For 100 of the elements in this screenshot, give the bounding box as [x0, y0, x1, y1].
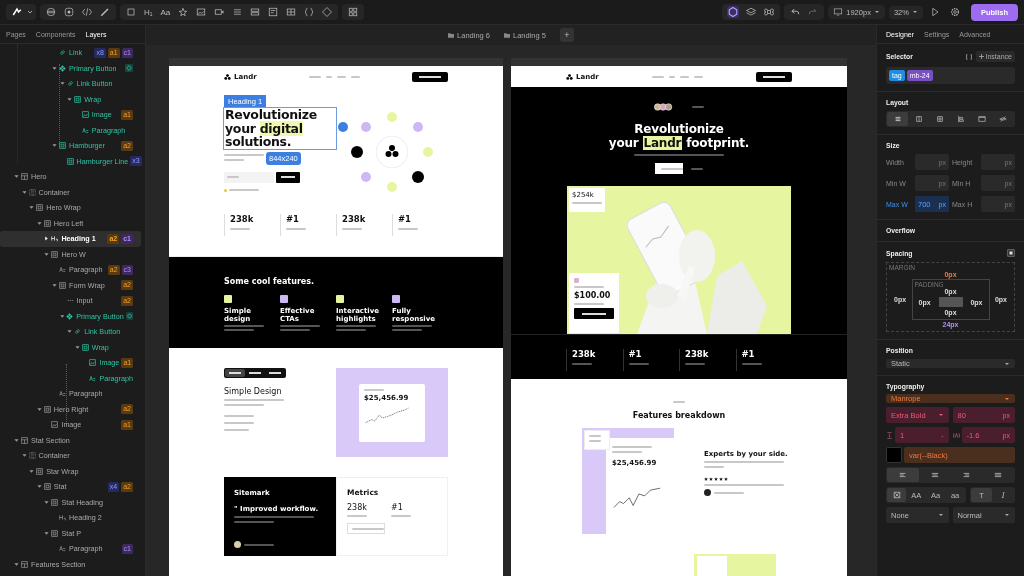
folder-icon [448, 32, 455, 38]
caret-icon[interactable] [29, 468, 35, 474]
stat-value: 238k [347, 503, 367, 512]
toggle-icon[interactable] [1007, 249, 1015, 257]
logo-icon[interactable] [11, 6, 23, 18]
add-tab-button[interactable]: + [559, 28, 574, 42]
text-line [224, 325, 264, 327]
text-line [572, 202, 602, 204]
database-icon[interactable] [45, 6, 57, 18]
heading-tool[interactable]: H₁ [141, 7, 156, 17]
text-line [224, 399, 284, 401]
grid-icon[interactable] [347, 6, 360, 18]
command-icon[interactable] [763, 6, 776, 18]
text-line [336, 325, 376, 327]
rows-icon[interactable] [249, 6, 262, 18]
caret-icon[interactable] [44, 530, 50, 536]
caret-icon[interactable] [44, 499, 50, 505]
hexagon-icon[interactable] [727, 6, 740, 18]
layers-icon[interactable] [745, 6, 758, 18]
stat-value: 238k [684, 349, 710, 359]
layout-button[interactable] [887, 112, 909, 126]
stat-value: 238k [571, 349, 597, 359]
avatar-icon [574, 278, 579, 283]
text-line [668, 75, 675, 78]
caret-icon[interactable] [36, 220, 42, 226]
amount-text: $100.00 [574, 291, 612, 300]
square-icon[interactable] [125, 6, 137, 18]
text-line [224, 429, 249, 431]
logo-icon [224, 73, 231, 80]
text-line [574, 286, 604, 288]
text-line [714, 491, 744, 494]
line-height-icon [886, 431, 893, 439]
caret-icon[interactable] [21, 189, 27, 195]
caret-icon[interactable] [27, 9, 33, 15]
text-tool[interactable]: Aa [157, 7, 174, 17]
image-icon[interactable] [195, 6, 208, 18]
text-line [224, 415, 254, 417]
caret-icon[interactable] [36, 406, 42, 412]
braces-icon[interactable] [303, 6, 316, 18]
text-line [308, 75, 321, 78]
brackets-icon[interactable] [964, 52, 973, 61]
section-heading: Some cool features. [224, 277, 316, 286]
letter-spacing-icon [952, 431, 960, 439]
section-heading: Simple Design [224, 387, 283, 396]
table-icon[interactable] [285, 6, 298, 18]
star-icon[interactable] [177, 6, 190, 18]
caret-icon[interactable] [44, 251, 50, 257]
caret-icon[interactable] [52, 65, 57, 71]
text-line [691, 167, 703, 170]
folder-icon [504, 32, 510, 38]
align-button[interactable] [887, 468, 919, 482]
caret-icon [1004, 512, 1010, 518]
form-icon[interactable] [267, 6, 280, 18]
pay-button[interactable] [574, 308, 614, 319]
settings-icon[interactable] [948, 6, 961, 18]
code-icon[interactable] [81, 6, 93, 18]
text-line [741, 363, 762, 365]
nav-button[interactable] [756, 71, 792, 82]
caret-icon[interactable] [52, 143, 57, 149]
caret-icon[interactable] [59, 81, 65, 87]
stat-value: #1 [397, 214, 413, 224]
caret-icon[interactable] [74, 344, 80, 350]
caret-icon[interactable] [14, 561, 19, 567]
caret-icon[interactable] [14, 174, 19, 180]
video-icon[interactable] [213, 6, 226, 18]
caret-icon[interactable] [14, 437, 19, 443]
email-field[interactable] [224, 171, 274, 183]
text-line [224, 153, 264, 156]
caret-icon[interactable] [67, 329, 73, 335]
caret-icon[interactable] [52, 282, 57, 288]
nav-button[interactable] [412, 71, 448, 82]
stat-value: #1 [391, 503, 404, 512]
subscribe-button[interactable] [276, 171, 300, 183]
text-line [673, 401, 685, 403]
caret-icon[interactable] [36, 484, 42, 490]
caret-icon[interactable] [59, 313, 65, 319]
text-line [325, 75, 332, 78]
caret-icon[interactable] [29, 205, 35, 211]
diamond-icon[interactable] [321, 6, 334, 18]
text-line [224, 422, 254, 424]
list-icon[interactable] [231, 6, 244, 18]
caret-icon[interactable] [67, 96, 73, 102]
color-swatch[interactable] [886, 447, 902, 463]
text-line [244, 543, 274, 546]
text-line [628, 363, 649, 365]
caret-icon[interactable] [44, 236, 50, 242]
brush-icon[interactable] [99, 6, 111, 18]
stat-value: #1 [627, 349, 643, 359]
avatar-icon [704, 489, 711, 496]
stat-value: #1 [740, 349, 756, 359]
align-icon [898, 471, 907, 479]
text-line [398, 228, 418, 230]
text-line [230, 228, 250, 230]
caret-icon[interactable] [21, 453, 27, 459]
case-button[interactable] [887, 488, 907, 502]
layout-icon [999, 115, 1008, 123]
text-line [392, 329, 422, 331]
stat-value: #1 [285, 214, 301, 224]
tab[interactable] [225, 369, 245, 377]
logo-icon [566, 73, 573, 80]
